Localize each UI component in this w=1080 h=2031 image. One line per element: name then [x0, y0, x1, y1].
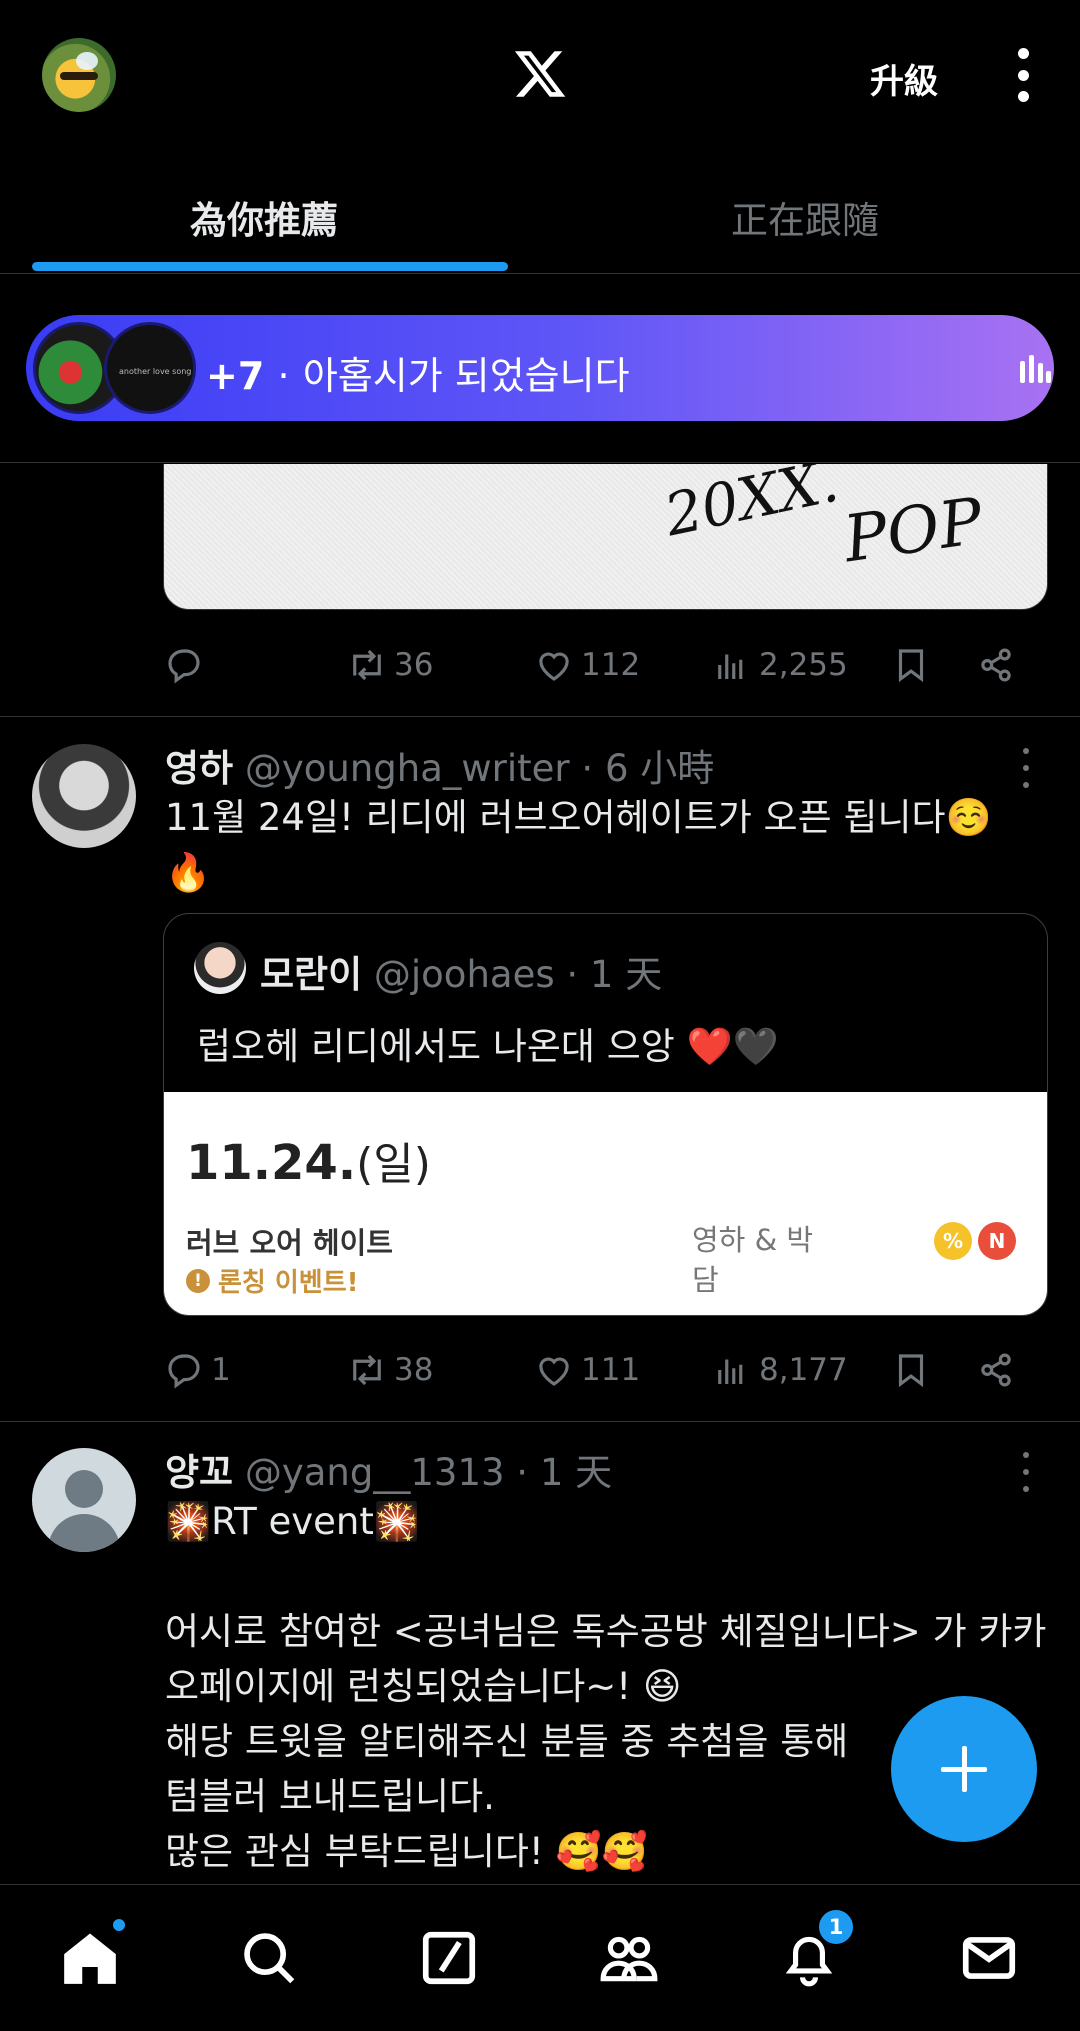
retweet-button[interactable]: 36 — [346, 640, 433, 690]
author-handle[interactable]: @yang__1313 — [245, 1451, 505, 1494]
profile-avatar[interactable] — [42, 38, 116, 112]
nav-communities[interactable] — [598, 1927, 660, 1989]
nav-notifications[interactable]: 1 — [778, 1907, 856, 1989]
share-button[interactable] — [975, 1345, 1017, 1395]
active-tab-indicator — [32, 262, 508, 271]
bookmark-button[interactable] — [890, 640, 932, 690]
tweet-timestamp[interactable]: 1 天 — [540, 1451, 612, 1494]
reply-button[interactable] — [163, 640, 211, 690]
new-badge-icon: N — [978, 1222, 1016, 1260]
spaces-live-banner[interactable]: another love song +7 · 아홉시가 되었습니다 — [26, 315, 1054, 421]
divider — [0, 716, 1080, 717]
analytics-icon — [718, 654, 743, 679]
quoted-author-name: 모란이 — [260, 953, 363, 996]
heart-icon — [539, 652, 569, 681]
new-posts-indicator — [111, 1917, 127, 1933]
x-logo-icon[interactable] — [510, 46, 570, 102]
bookmark-icon — [898, 649, 924, 683]
views-button[interactable]: 2,255 — [711, 640, 848, 690]
views-button[interactable]: 8,177 — [711, 1345, 848, 1395]
tweet-author-avatar[interactable] — [32, 1448, 136, 1552]
retweet-button[interactable]: 38 — [346, 1345, 433, 1395]
divider — [0, 1421, 1080, 1422]
grok-icon — [422, 1931, 476, 1985]
default-avatar-icon — [65, 1470, 103, 1508]
notification-count-badge: 1 — [816, 1907, 856, 1947]
share-button[interactable] — [975, 640, 1017, 690]
compose-post-button[interactable] — [891, 1696, 1037, 1842]
tweet-timestamp[interactable]: 6 小時 — [605, 747, 714, 790]
quoted-author-avatar — [194, 942, 246, 994]
nav-grok[interactable] — [418, 1927, 480, 1989]
communities-icon — [600, 1936, 658, 1982]
bottom-navigation: 1 — [0, 1884, 1080, 2031]
nav-home[interactable] — [59, 1917, 127, 1989]
tweet-text: 11월 24일! 리디에 러브오어헤이트가 오픈 됩니다☺️ 🔥 — [165, 796, 992, 894]
retweet-icon — [353, 649, 381, 681]
tab-for-you[interactable]: 為你推薦 — [190, 190, 338, 244]
share-icon — [981, 1353, 1011, 1387]
tweet-media-image[interactable]: 20XX. POP — [163, 464, 1048, 610]
heart-icon — [539, 1357, 569, 1386]
bookmark-button[interactable] — [890, 1345, 932, 1395]
reply-icon — [168, 1354, 200, 1389]
nav-search[interactable] — [238, 1927, 300, 1989]
tweet-header: 영하 @youngha_writer · 6 小時 — [165, 747, 715, 790]
quoted-tweet-image[interactable]: 11.24.(일) 러브 오어 헤이트 ! 론칭 이벤트! 영하 & 박담 % … — [164, 1092, 1047, 1315]
spaces-title: +7 · 아홉시가 되었습니다 — [206, 354, 630, 398]
spaces-name: 아홉시가 되었습니다 — [302, 354, 630, 398]
tab-following[interactable]: 正在跟隨 — [731, 190, 879, 244]
retweet-icon — [353, 1354, 381, 1386]
spaces-listener-count: +7 — [206, 354, 265, 398]
reply-icon — [168, 649, 200, 684]
messages-icon — [962, 1937, 1016, 1979]
divider — [0, 462, 1080, 463]
analytics-icon — [718, 1359, 743, 1384]
bookmark-icon — [898, 1354, 924, 1388]
tweet-actions: 36 112 2,255 — [163, 640, 1053, 690]
author-handle[interactable]: @youngha_writer — [245, 747, 570, 790]
launch-event-label: ! 론칭 이벤트! — [186, 1262, 359, 1299]
share-icon — [981, 648, 1011, 682]
like-button[interactable]: 112 — [533, 640, 640, 690]
quoted-tweet-text: 럽오헤 리디에서도 나온대 으앙 ❤️🖤 — [197, 1025, 779, 1068]
timeline-tabs: 為你推薦 正在跟隨 — [0, 160, 1080, 274]
quoted-tweet-header: 모란이 @joohaes · 1 天 — [260, 953, 663, 996]
alert-icon: ! — [186, 1268, 210, 1293]
tweet-author-avatar[interactable] — [32, 744, 136, 848]
spaces-speaker-avatar: another love song — [104, 322, 196, 414]
search-icon — [244, 1933, 295, 1984]
work-authors: 영하 & 박담 — [692, 1223, 814, 1297]
tweet-more-icon[interactable] — [1016, 1452, 1036, 1492]
work-title: 러브 오어 헤이트 — [186, 1226, 393, 1260]
tweet-actions: 1 38 111 8,177 — [163, 1345, 1053, 1395]
quoted-author-handle: @joohaes — [373, 953, 555, 996]
more-options-icon[interactable] — [1010, 48, 1036, 102]
quoted-tweet[interactable]: 모란이 @joohaes · 1 天 럽오헤 리디에서도 나온대 으앙 ❤️🖤 … — [163, 913, 1048, 1316]
nav-messages[interactable] — [958, 1927, 1020, 1989]
upgrade-button[interactable]: 升級 — [870, 54, 938, 103]
discount-badge-icon: % — [934, 1222, 972, 1260]
like-button[interactable]: 111 — [533, 1345, 640, 1395]
tweet-more-icon[interactable] — [1016, 748, 1036, 788]
home-icon — [64, 1933, 116, 1984]
tweet-header: 양꼬 @yang__1313 · 1 天 — [165, 1451, 613, 1494]
reply-button[interactable]: 1 — [163, 1345, 231, 1395]
author-name[interactable]: 양꼬 — [165, 1451, 233, 1494]
release-date: 11.24.(일) — [186, 1135, 431, 1191]
top-bar: 升級 — [0, 0, 1080, 150]
quoted-tweet-timestamp: 1 天 — [589, 953, 663, 996]
author-name[interactable]: 영하 — [165, 747, 233, 790]
audio-wave-icon — [1020, 355, 1051, 383]
